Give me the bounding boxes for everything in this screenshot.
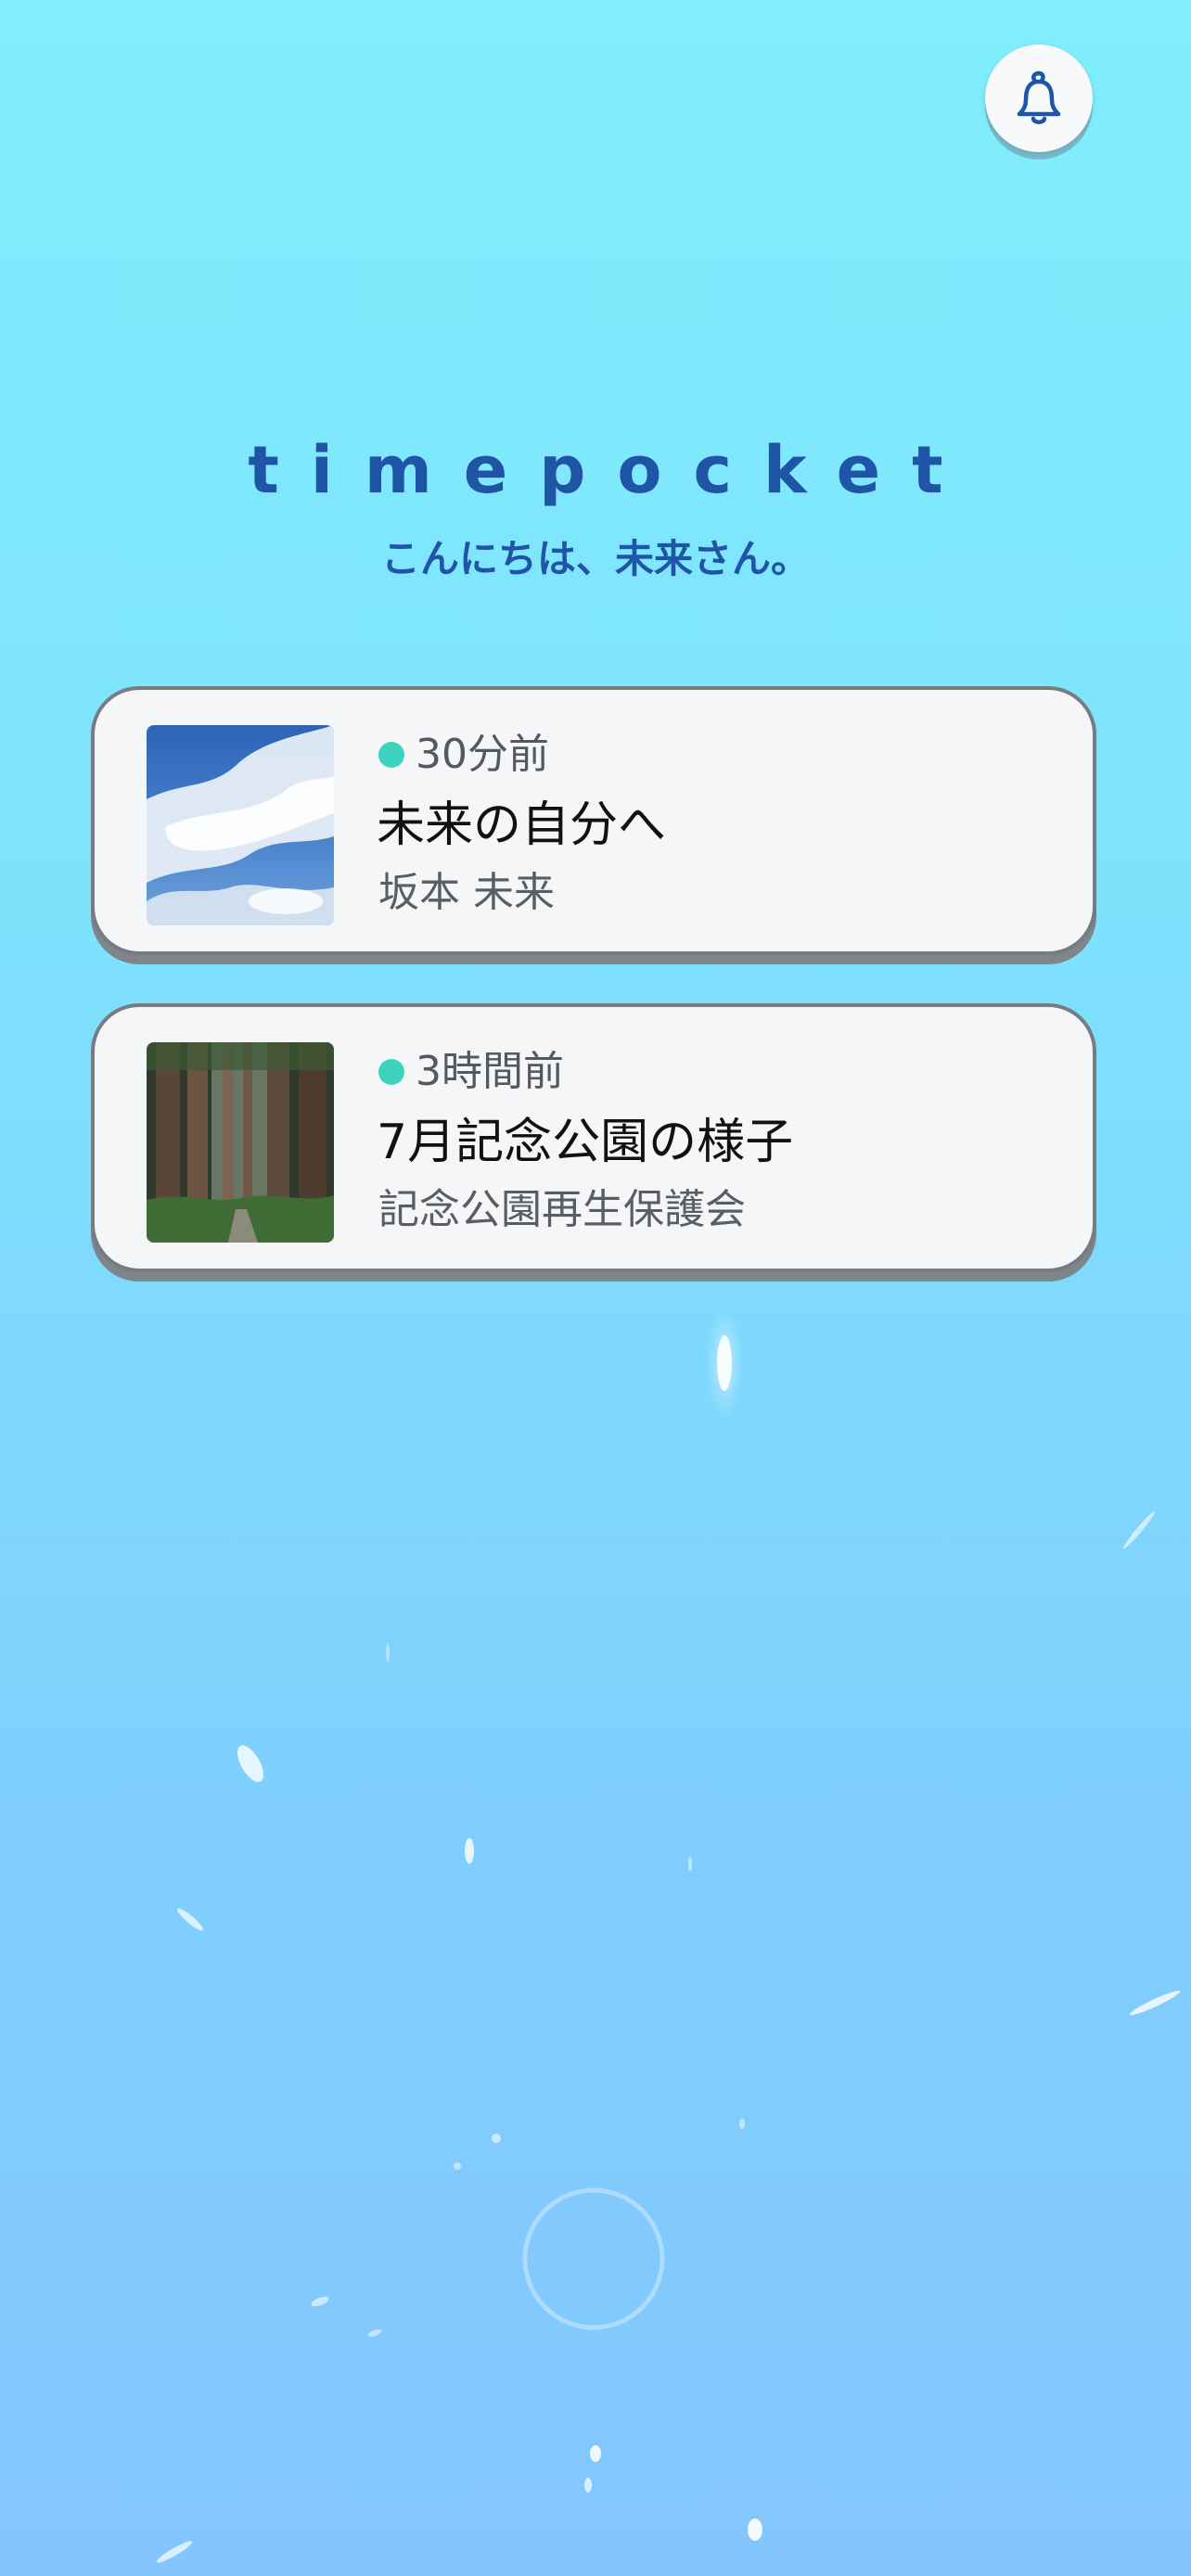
message-title: 7月記念公園の様子: [377, 1115, 794, 1170]
message-sender: 坂本 未来: [378, 869, 555, 916]
message-sender: 記念公園再生保護会: [378, 1186, 746, 1233]
app-logo: timepocket: [248, 432, 975, 508]
message-time: 3時間前: [416, 1048, 564, 1095]
message-time: 30分前: [416, 731, 549, 778]
message-thumbnail: [147, 725, 334, 925]
greeting-text: こんにちは、未来さん。: [380, 536, 810, 581]
bell-icon: [1017, 70, 1061, 124]
notification-button[interactable]: [985, 45, 1093, 152]
background-sparkles: [156, 1307, 1181, 2563]
message-card[interactable]: 3時間前 7月記念公園の様子 記念公園再生保護会: [91, 1003, 1096, 1272]
message-thumbnail: [147, 1042, 334, 1243]
status-dot: [378, 742, 404, 768]
message-card[interactable]: 30分前 未来の自分へ 坂本 未来: [91, 686, 1096, 955]
sky-clouds-photo: [147, 725, 334, 925]
forest-path-photo: [147, 1042, 334, 1243]
message-title: 未来の自分へ: [377, 797, 667, 853]
status-dot: [378, 1059, 404, 1085]
